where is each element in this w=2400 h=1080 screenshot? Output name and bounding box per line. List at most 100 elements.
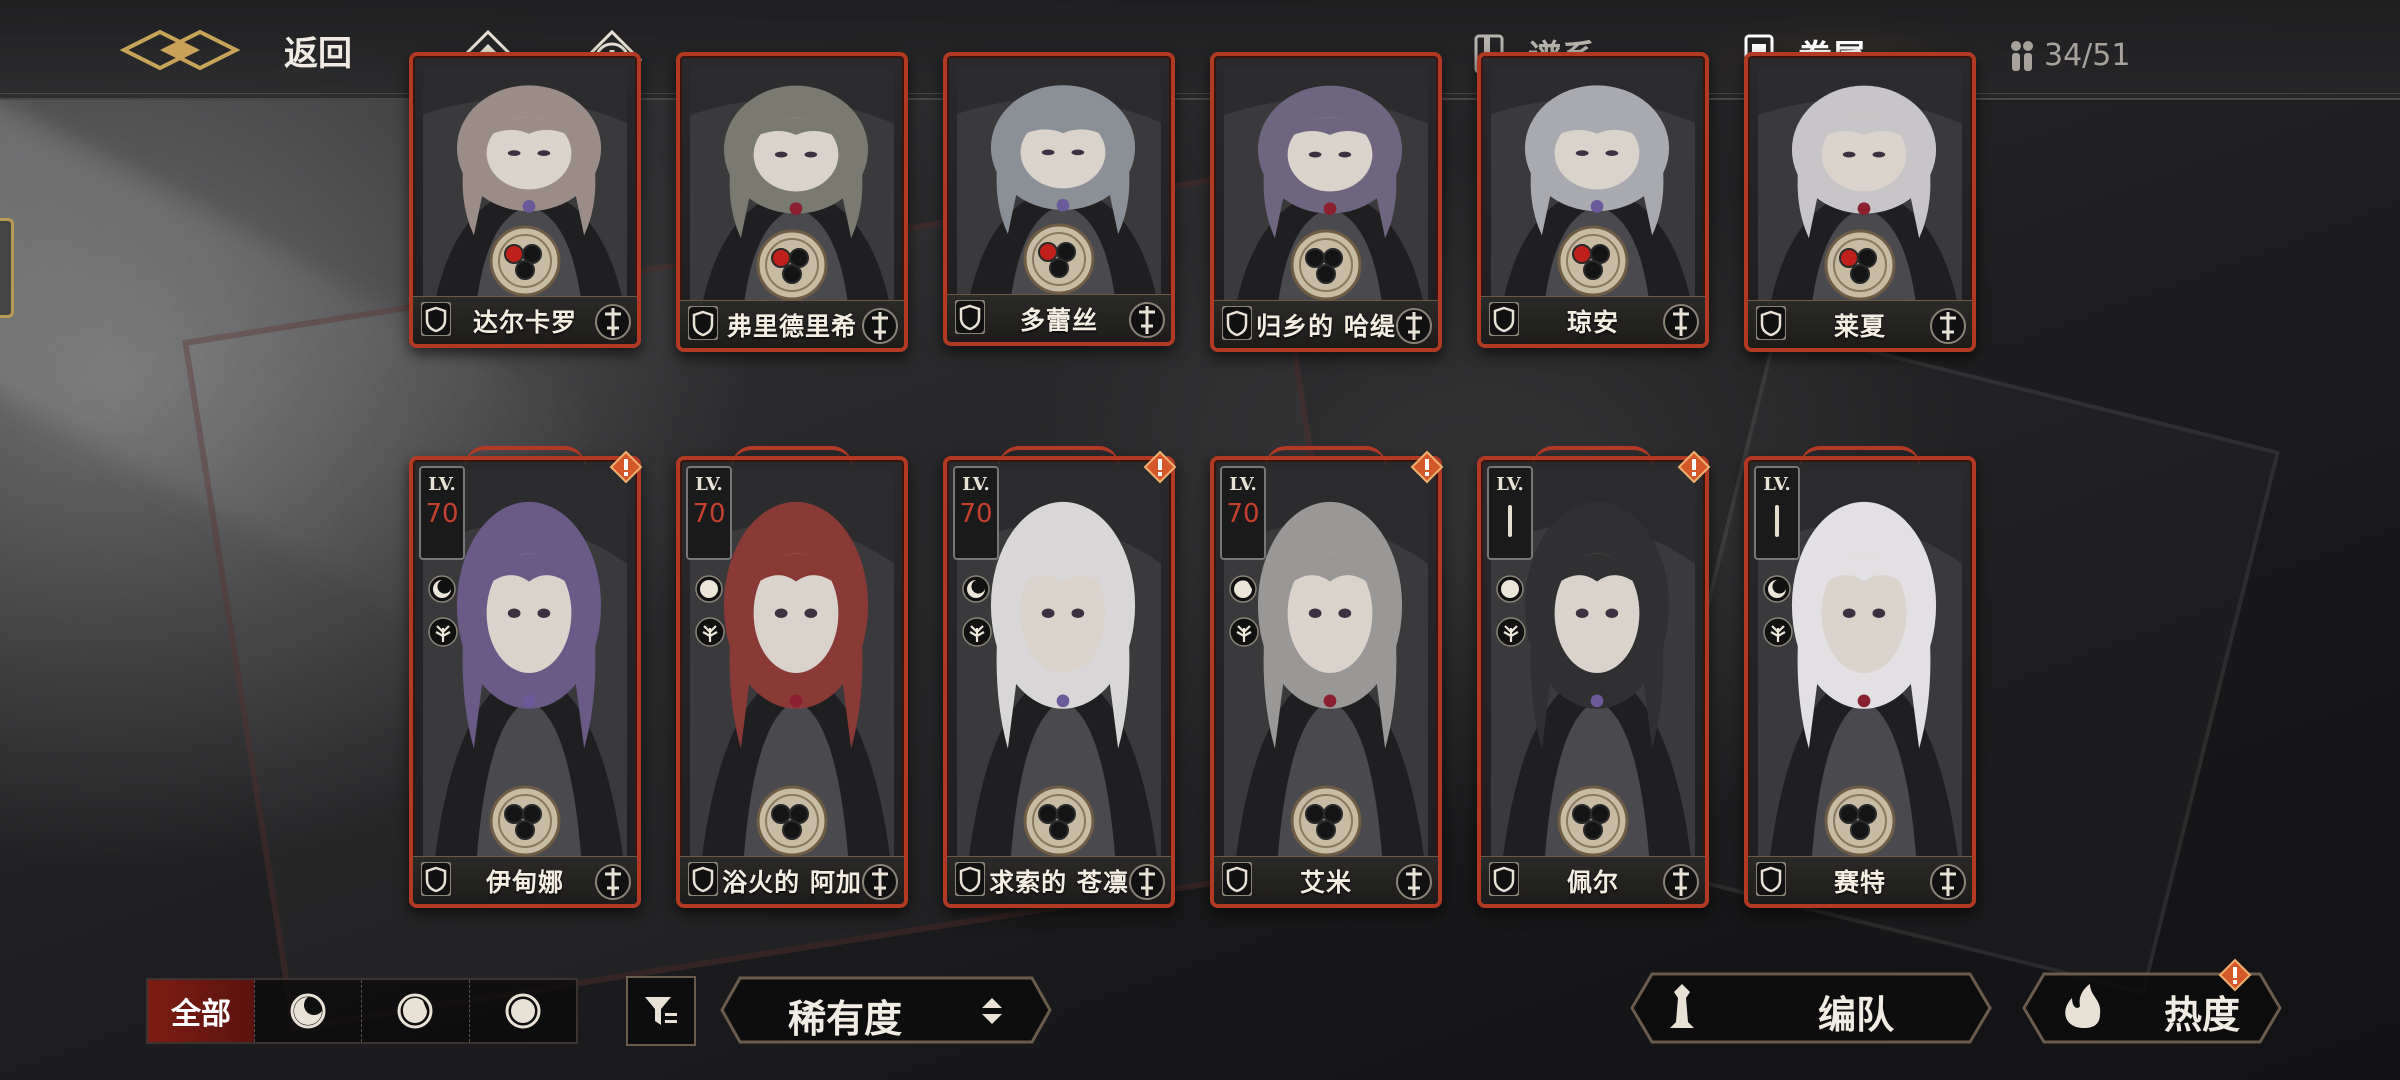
character-name: 浴火的 阿加	[722, 867, 862, 897]
shield-icon	[1222, 306, 1252, 340]
filter-all-button[interactable]: 全部	[148, 980, 254, 1042]
card-frame: 多蕾丝	[943, 52, 1175, 346]
character-card[interactable]: 伊甸娜 LV. 70	[409, 446, 643, 908]
filter-full-moon-button[interactable]	[468, 980, 576, 1042]
level-label: LV.	[695, 474, 723, 495]
skill-medallion-icon	[1824, 785, 1896, 857]
crescent-moon-icon	[1763, 575, 1791, 603]
sort-rarity-button[interactable]: 稀有度	[718, 974, 1054, 1046]
weapon-class-icon	[1930, 308, 1966, 344]
character-card[interactable]: 赛特 LV.	[1744, 446, 1976, 908]
skill-medallion-icon	[1557, 225, 1629, 297]
character-name: 达尔卡罗	[472, 307, 577, 337]
shield-icon	[421, 862, 451, 896]
side-drawer-handle[interactable]	[0, 218, 14, 318]
alert-icon	[609, 450, 643, 484]
filter-half-moon-button[interactable]	[361, 980, 468, 1042]
character-name: 艾米	[1299, 867, 1352, 897]
half-moon-icon	[1229, 575, 1257, 603]
weapon-class-icon	[1663, 304, 1699, 340]
heat-button[interactable]: 热度	[2020, 958, 2284, 1046]
level-bar	[1775, 505, 1779, 537]
card-frame: 归乡的 哈缇	[1210, 52, 1442, 352]
skill-medallion-icon	[1023, 785, 1095, 857]
full-moon-icon	[695, 575, 723, 603]
weapon-class-icon	[1396, 308, 1432, 344]
filter-button[interactable]	[626, 976, 696, 1046]
level-badge: LV.	[1487, 466, 1533, 560]
card-arch	[1800, 446, 1920, 466]
shield-icon	[688, 306, 718, 340]
skill-medallion-icon	[1557, 785, 1629, 857]
card-frame: 莱夏	[1744, 52, 1976, 352]
team-label: 编队	[1818, 992, 1895, 1037]
shield-icon	[1489, 302, 1519, 336]
sort-label: 稀有度	[788, 996, 903, 1041]
alert-icon	[1143, 450, 1177, 484]
crescent-moon-icon	[962, 575, 990, 603]
character-name: 赛特	[1833, 867, 1886, 897]
card-arch	[1266, 446, 1386, 466]
full-moon-icon	[505, 993, 541, 1029]
character-name: 归乡的 哈缇	[1256, 311, 1396, 341]
character-card[interactable]: 多蕾丝	[943, 52, 1175, 346]
character-card[interactable]: 归乡的 哈缇	[1210, 52, 1442, 352]
alert-icon	[1410, 450, 1444, 484]
tree-emblem-icon	[1496, 617, 1526, 647]
back-button[interactable]: 返回	[120, 24, 352, 76]
weapon-class-icon	[862, 308, 898, 344]
card-arch	[465, 446, 585, 466]
card-arch	[999, 446, 1119, 466]
character-name: 求索的 苍凛	[989, 867, 1129, 897]
alert-icon	[2218, 958, 2252, 992]
funnel-icon	[645, 997, 677, 1025]
character-card[interactable]: 浴火的 阿加 LV. 70	[676, 446, 908, 908]
level-badge: LV. 70	[953, 466, 999, 560]
shield-icon	[421, 302, 451, 336]
shield-icon	[1756, 306, 1786, 340]
card-frame: 达尔卡罗	[409, 52, 641, 348]
weapon-class-icon	[595, 304, 631, 340]
level-label: LV.	[428, 474, 456, 495]
weapon-class-icon	[1396, 864, 1432, 900]
tree-emblem-icon	[695, 617, 725, 647]
level-badge: LV. 70	[1220, 466, 1266, 560]
weapon-class-icon	[1930, 864, 1966, 900]
shield-icon	[1756, 862, 1786, 896]
character-card[interactable]: 艾米 LV. 70	[1210, 446, 1444, 908]
weapon-class-icon	[1663, 864, 1699, 900]
shield-icon	[1489, 862, 1519, 896]
character-card[interactable]: 求索的 苍凛 LV. 70	[943, 446, 1177, 908]
crescent-moon-icon	[428, 575, 456, 603]
team-formation-button[interactable]: 编队	[1628, 970, 1994, 1046]
card-frame: 伊甸娜 LV. 70	[409, 456, 641, 908]
card-frame: 艾米 LV. 70	[1210, 456, 1442, 908]
character-card[interactable]: 琼安	[1477, 52, 1709, 348]
character-card[interactable]: 达尔卡罗	[409, 52, 641, 348]
tree-emblem-icon	[1229, 617, 1259, 647]
level-label: LV.	[1496, 474, 1524, 495]
level-badge: LV. 70	[686, 466, 732, 560]
level-value: 70	[425, 499, 459, 529]
people-icon	[2011, 40, 2033, 71]
shield-icon	[688, 862, 718, 896]
tree-emblem-icon	[962, 617, 992, 647]
team-frame	[1630, 972, 1992, 1044]
heat-label: 热度	[2164, 992, 2241, 1037]
level-label: LV.	[962, 474, 990, 495]
character-card[interactable]: 莱夏	[1744, 52, 1976, 352]
skill-medallion-icon	[1824, 229, 1896, 301]
card-frame: 佩尔 LV.	[1477, 456, 1709, 908]
card-frame: 求索的 苍凛 LV. 70	[943, 456, 1175, 908]
level-label: LV.	[1763, 474, 1791, 495]
level-value: 70	[692, 499, 726, 529]
shield-icon	[955, 300, 985, 334]
crescent-moon-icon	[290, 993, 326, 1029]
level-value: 70	[959, 499, 993, 529]
shield-icon	[955, 862, 985, 896]
character-name: 多蕾丝	[1019, 305, 1098, 335]
character-card[interactable]: 佩尔 LV.	[1477, 446, 1711, 908]
character-name: 伊甸娜	[485, 867, 564, 897]
character-card[interactable]: 弗里德里希	[676, 52, 908, 352]
filter-crescent-button[interactable]	[254, 980, 361, 1042]
